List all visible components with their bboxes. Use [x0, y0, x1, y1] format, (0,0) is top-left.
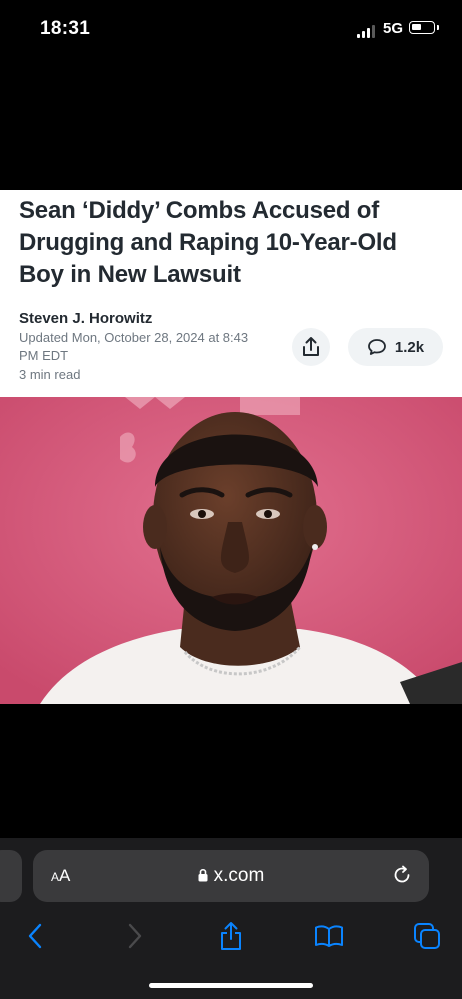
- photo-illustration: [0, 397, 462, 704]
- bookmarks-icon: [315, 925, 343, 947]
- battery-icon: [409, 21, 439, 34]
- signal-strength-icon: [357, 24, 377, 38]
- url-text: x.com: [213, 865, 265, 886]
- tabs-icon: [414, 923, 440, 949]
- article-updated-date: Updated Mon, October 28, 2024 at 8:43 PM…: [19, 330, 249, 363]
- tabs-button[interactable]: [407, 916, 447, 956]
- browser-toolbar: AA x.com: [0, 838, 462, 999]
- navigation-toolbar: [0, 916, 462, 956]
- comment-count: 1.2k: [394, 338, 425, 356]
- forward-icon: [128, 923, 142, 949]
- comments-button[interactable]: 1.2k: [348, 328, 443, 366]
- share-icon: [221, 922, 241, 950]
- reload-icon[interactable]: [391, 864, 413, 886]
- article-header: Sean ‘Diddy’ Combs Accused of Drugging a…: [0, 190, 462, 397]
- article-headline: Sean ‘Diddy’ Combs Accused of Drugging a…: [19, 197, 397, 288]
- share-icon: [303, 337, 319, 356]
- status-bar: 18:31 5G: [0, 0, 462, 60]
- forward-button[interactable]: [115, 916, 155, 956]
- browser-share-button[interactable]: [211, 916, 251, 956]
- lock-icon: [198, 868, 208, 882]
- article-author[interactable]: Steven J. Horowitz: [19, 310, 152, 327]
- back-icon: [28, 923, 42, 949]
- home-indicator[interactable]: [149, 983, 313, 988]
- bookmarks-button[interactable]: [309, 916, 349, 956]
- comment-bubble-icon: [367, 339, 386, 355]
- article-photo[interactable]: [0, 397, 462, 704]
- address-bar[interactable]: AA x.com: [33, 850, 429, 902]
- status-time: 18:31: [40, 18, 91, 39]
- article-read-time: 3 min read: [19, 367, 81, 382]
- back-button[interactable]: [15, 916, 55, 956]
- network-type: 5G: [383, 20, 404, 37]
- url-display[interactable]: x.com: [33, 865, 429, 887]
- previous-tab-preview[interactable]: [0, 850, 22, 902]
- share-button[interactable]: [292, 328, 330, 366]
